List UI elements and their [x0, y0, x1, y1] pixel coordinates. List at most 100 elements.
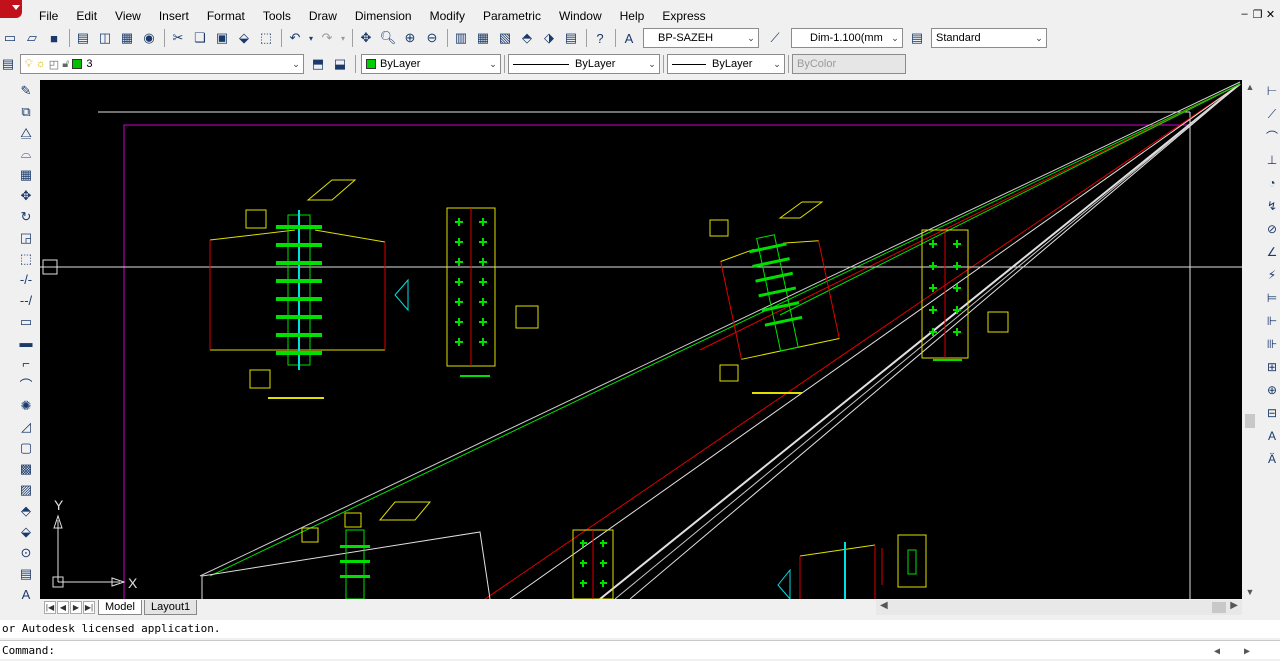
menu-draw[interactable]: Draw — [300, 6, 346, 26]
cut-icon[interactable]: ✂ — [168, 28, 188, 48]
scroll-right-icon[interactable]: ▶ — [1230, 600, 1238, 611]
dimension-edit-icon[interactable]: A — [1264, 425, 1280, 448]
open-folder-icon[interactable]: ▱ — [22, 28, 42, 48]
publish-icon[interactable]: ▦ — [117, 28, 137, 48]
dimension-text-edit-icon[interactable]: Ä — [1264, 448, 1280, 471]
mtext-icon[interactable]: A — [16, 584, 36, 605]
new-file-icon[interactable]: ▭ — [0, 28, 20, 48]
menu-express[interactable]: Express — [653, 6, 714, 26]
make-object-layer-current-icon[interactable]: ⬒ — [308, 54, 328, 74]
fillet-icon[interactable]: ⌒ — [16, 374, 36, 395]
ordinate-dimension-icon[interactable]: ⊥ — [1264, 149, 1280, 172]
undo-icon[interactable]: ↶ — [285, 28, 305, 48]
layer-previous-icon[interactable]: ⬓ — [330, 54, 350, 74]
match-properties-icon[interactable]: ⬙ — [234, 28, 254, 48]
plot-preview-icon[interactable]: ◫ — [95, 28, 115, 48]
region-icon[interactable]: ▢ — [16, 437, 36, 458]
pan-icon[interactable]: ✥ — [356, 28, 376, 48]
join-icon[interactable]: ▬ — [16, 332, 36, 353]
lineweight-select[interactable]: ByLayer ⌄ — [667, 54, 785, 74]
restore-icon[interactable]: ❐ — [1252, 8, 1263, 21]
hatch-icon[interactable]: ▩ — [16, 458, 36, 479]
jogged-dimension-icon[interactable]: ↯ — [1264, 195, 1280, 218]
menu-insert[interactable]: Insert — [150, 6, 198, 26]
arc-length-icon[interactable]: ⌒ — [1264, 126, 1280, 149]
block-icon[interactable]: ⬘ — [16, 500, 36, 521]
properties-icon[interactable]: ▥ — [451, 28, 471, 48]
undo-dropdown-icon[interactable]: ▾ — [307, 28, 315, 48]
layer-select[interactable]: 💡︎ ☼ ◰ 🔓︎ 3 ⌄ — [20, 54, 304, 74]
tolerance-icon[interactable]: ⊞ — [1264, 356, 1280, 379]
scroll-thumb[interactable] — [1245, 414, 1255, 428]
paste-icon[interactable]: ▣ — [212, 28, 232, 48]
extend-icon[interactable]: --/ — [16, 290, 36, 311]
tab-layout1[interactable]: Layout1 — [143, 600, 198, 615]
command-scroll-arrows[interactable]: ◀▶ — [1214, 642, 1274, 661]
close-icon[interactable]: ✕ — [1265, 8, 1276, 21]
scale-icon[interactable]: ◲ — [16, 227, 36, 248]
plot-icon[interactable]: ▤ — [73, 28, 93, 48]
text-style-icon[interactable]: A — [619, 28, 639, 48]
dimension-style-icon[interactable]: ⟋ — [765, 28, 785, 48]
scroll-down-icon[interactable]: ▼ — [1242, 587, 1258, 597]
radius-dimension-icon[interactable]: ◔ — [1264, 172, 1280, 195]
calculator-icon[interactable]: ▤ — [561, 28, 581, 48]
offset-icon[interactable]: ⌓ — [16, 143, 36, 164]
scroll-thumb[interactable] — [1212, 602, 1226, 613]
menu-help[interactable]: Help — [611, 6, 654, 26]
menu-format[interactable]: Format — [198, 6, 254, 26]
menu-window[interactable]: Window — [550, 6, 611, 26]
markup-icon[interactable]: ⬗ — [539, 28, 559, 48]
drawing-canvas[interactable]: Y X — [40, 80, 1242, 599]
move-icon[interactable]: ✥ — [16, 185, 36, 206]
explode-icon[interactable]: ✺ — [16, 395, 36, 416]
command-line[interactable]: Command: ◀▶ — [0, 640, 1280, 659]
scroll-up-icon[interactable]: ▲ — [1242, 82, 1258, 92]
color-select[interactable]: ByLayer ⌄ — [361, 54, 501, 74]
save-icon[interactable]: ■ — [44, 28, 64, 48]
diameter-dimension-icon[interactable]: ⊘ — [1264, 218, 1280, 241]
insert-block-icon[interactable]: ⬙ — [16, 521, 36, 542]
redo-icon[interactable]: ↷ — [317, 28, 337, 48]
angular-dimension-icon[interactable]: ∠ — [1264, 241, 1280, 264]
erase-icon[interactable]: ✎ — [16, 80, 36, 101]
quick-dimension-icon[interactable]: ⚡︎ — [1264, 264, 1280, 287]
copy-icon[interactable]: ❏ — [190, 28, 210, 48]
application-menu-button[interactable] — [0, 0, 22, 18]
chamfer-icon[interactable]: ⌐ — [16, 353, 36, 374]
drawing-area[interactable]: Y X — [40, 80, 1242, 599]
stretch-icon[interactable]: ⬚ — [16, 248, 36, 269]
menu-view[interactable]: View — [106, 6, 150, 26]
center-mark-icon[interactable]: ⊕ — [1264, 379, 1280, 402]
rotate-icon[interactable]: ↻ — [16, 206, 36, 227]
zoom-realtime-icon[interactable]: 🔍︎ — [378, 28, 398, 48]
table-style-icon[interactable]: ▤ — [907, 28, 927, 48]
blend-icon[interactable]: ◿ — [16, 416, 36, 437]
previous-tab-icon[interactable]: ◀ — [57, 601, 69, 614]
block-editor-icon[interactable]: ⬚ — [256, 28, 276, 48]
zoom-window-icon[interactable]: ⊕ — [400, 28, 420, 48]
dimension-space-icon[interactable]: ⊪ — [1264, 333, 1280, 356]
zoom-previous-icon[interactable]: ⊖ — [422, 28, 442, 48]
scroll-left-icon[interactable]: ◀ — [880, 600, 888, 611]
baseline-dimension-icon[interactable]: ⊨ — [1264, 287, 1280, 310]
linetype-select[interactable]: ByLayer ⌄ — [508, 54, 660, 74]
menu-tools[interactable]: Tools — [254, 6, 300, 26]
inspection-icon[interactable]: ⊟ — [1264, 402, 1280, 425]
vertical-scrollbar[interactable]: ▲ ▼ — [1242, 80, 1258, 599]
menu-dimension[interactable]: Dimension — [346, 6, 421, 26]
horizontal-scrollbar[interactable]: ◀ ▶ — [876, 600, 1242, 615]
mirror-icon[interactable]: ⧋ — [16, 122, 36, 143]
table-icon[interactable]: ▤ — [16, 563, 36, 584]
design-center-icon[interactable]: ▦ — [473, 28, 493, 48]
menu-parametric[interactable]: Parametric — [474, 6, 550, 26]
menu-file[interactable]: File — [30, 6, 67, 26]
first-tab-icon[interactable]: |◀ — [44, 601, 56, 614]
gradient-icon[interactable]: ▨ — [16, 479, 36, 500]
table-style-select[interactable]: Standard ⌄ — [931, 28, 1047, 48]
aligned-dimension-icon[interactable]: ⟋ — [1264, 103, 1280, 126]
minimize-icon[interactable]: ‒ — [1239, 8, 1250, 21]
help-icon[interactable]: ? — [590, 28, 610, 48]
linear-dimension-icon[interactable]: ⊢ — [1264, 80, 1280, 103]
tab-model[interactable]: Model — [98, 600, 142, 615]
